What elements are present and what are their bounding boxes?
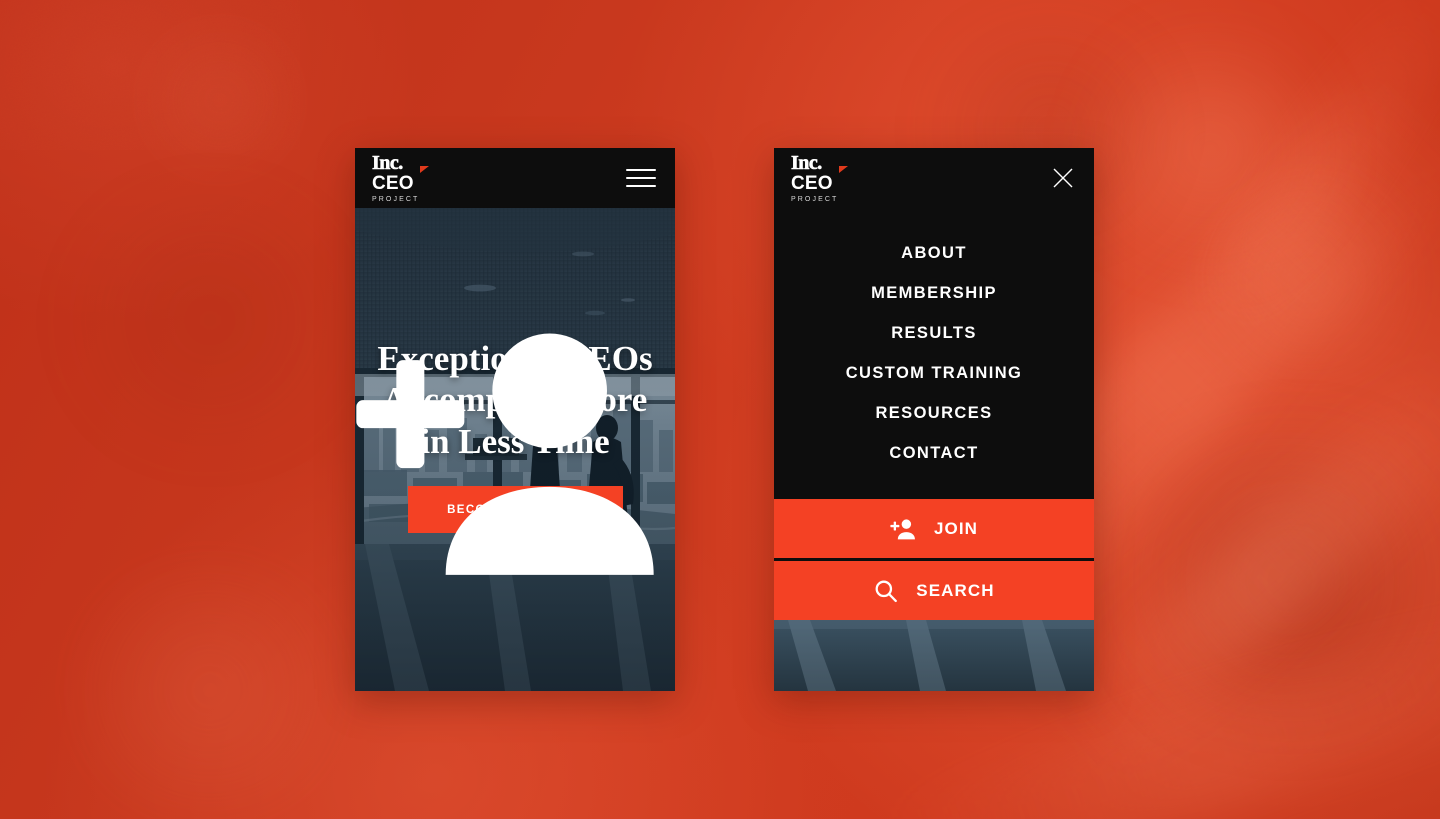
search-label: SEARCH bbox=[916, 580, 995, 600]
become-a-member-button[interactable]: BECOME A MEMBER bbox=[356, 333, 654, 575]
menu-item-membership[interactable]: MEMBERSHIP bbox=[774, 273, 1094, 313]
background-noise-texture bbox=[0, 0, 300, 150]
logo-text-project: PROJECT bbox=[372, 195, 420, 203]
menu-item-results[interactable]: RESULTS bbox=[774, 313, 1094, 353]
menu-item-resources[interactable]: RESOURCES bbox=[774, 393, 1094, 433]
brand-logo[interactable]: Inc. CEO PROJECT bbox=[791, 152, 853, 203]
menu-nav-list: ABOUT MEMBERSHIP RESULTS CUSTOM TRAINING… bbox=[774, 208, 1094, 498]
logo-text-ceo: CEO bbox=[372, 172, 414, 194]
magnifier-icon bbox=[875, 580, 898, 602]
menu-floor-image bbox=[774, 620, 1094, 691]
background-highlight bbox=[40, 560, 380, 819]
close-x-icon bbox=[1053, 168, 1073, 188]
hamburger-bar bbox=[626, 185, 656, 187]
join-button[interactable]: JOIN bbox=[774, 499, 1094, 558]
background-image bbox=[0, 0, 1440, 819]
person-add-icon bbox=[890, 518, 915, 539]
office-floor-illustration bbox=[774, 620, 1094, 691]
hero-content: Exceptional CEOs Accomplish More in Less… bbox=[355, 208, 675, 691]
mobile-home-screen: Inc. CEO PROJECT Exceptional CEOs Accomp… bbox=[355, 148, 675, 691]
hamburger-bar bbox=[626, 177, 656, 179]
menu-item-contact[interactable]: CONTACT bbox=[774, 433, 1094, 473]
search-button[interactable]: SEARCH bbox=[774, 561, 1094, 620]
menu-header-bar: Inc. CEO PROJECT bbox=[774, 148, 1094, 208]
background-shadow bbox=[30, 180, 390, 460]
mobile-menu-overlay: Inc. CEO PROJECT ABOUT MEMBERSHIP RESULT… bbox=[774, 148, 1094, 691]
red-triangle-flag-icon bbox=[420, 165, 429, 173]
brand-logo[interactable]: Inc. CEO PROJECT bbox=[372, 152, 434, 203]
join-label: JOIN bbox=[933, 518, 979, 538]
hamburger-menu-icon[interactable] bbox=[626, 167, 656, 189]
logo-text-ceo: CEO bbox=[791, 172, 833, 194]
logo-text-project: PROJECT bbox=[791, 195, 839, 203]
close-menu-button[interactable] bbox=[1048, 163, 1078, 193]
person-add-icon bbox=[356, 333, 654, 575]
hamburger-bar bbox=[626, 169, 656, 171]
red-triangle-flag-icon bbox=[839, 165, 848, 173]
home-header-bar: Inc. CEO PROJECT bbox=[355, 148, 675, 208]
menu-item-custom-training[interactable]: CUSTOM TRAINING bbox=[774, 353, 1094, 393]
menu-item-about[interactable]: ABOUT bbox=[774, 233, 1094, 273]
hero-image: Exceptional CEOs Accomplish More in Less… bbox=[355, 208, 675, 691]
